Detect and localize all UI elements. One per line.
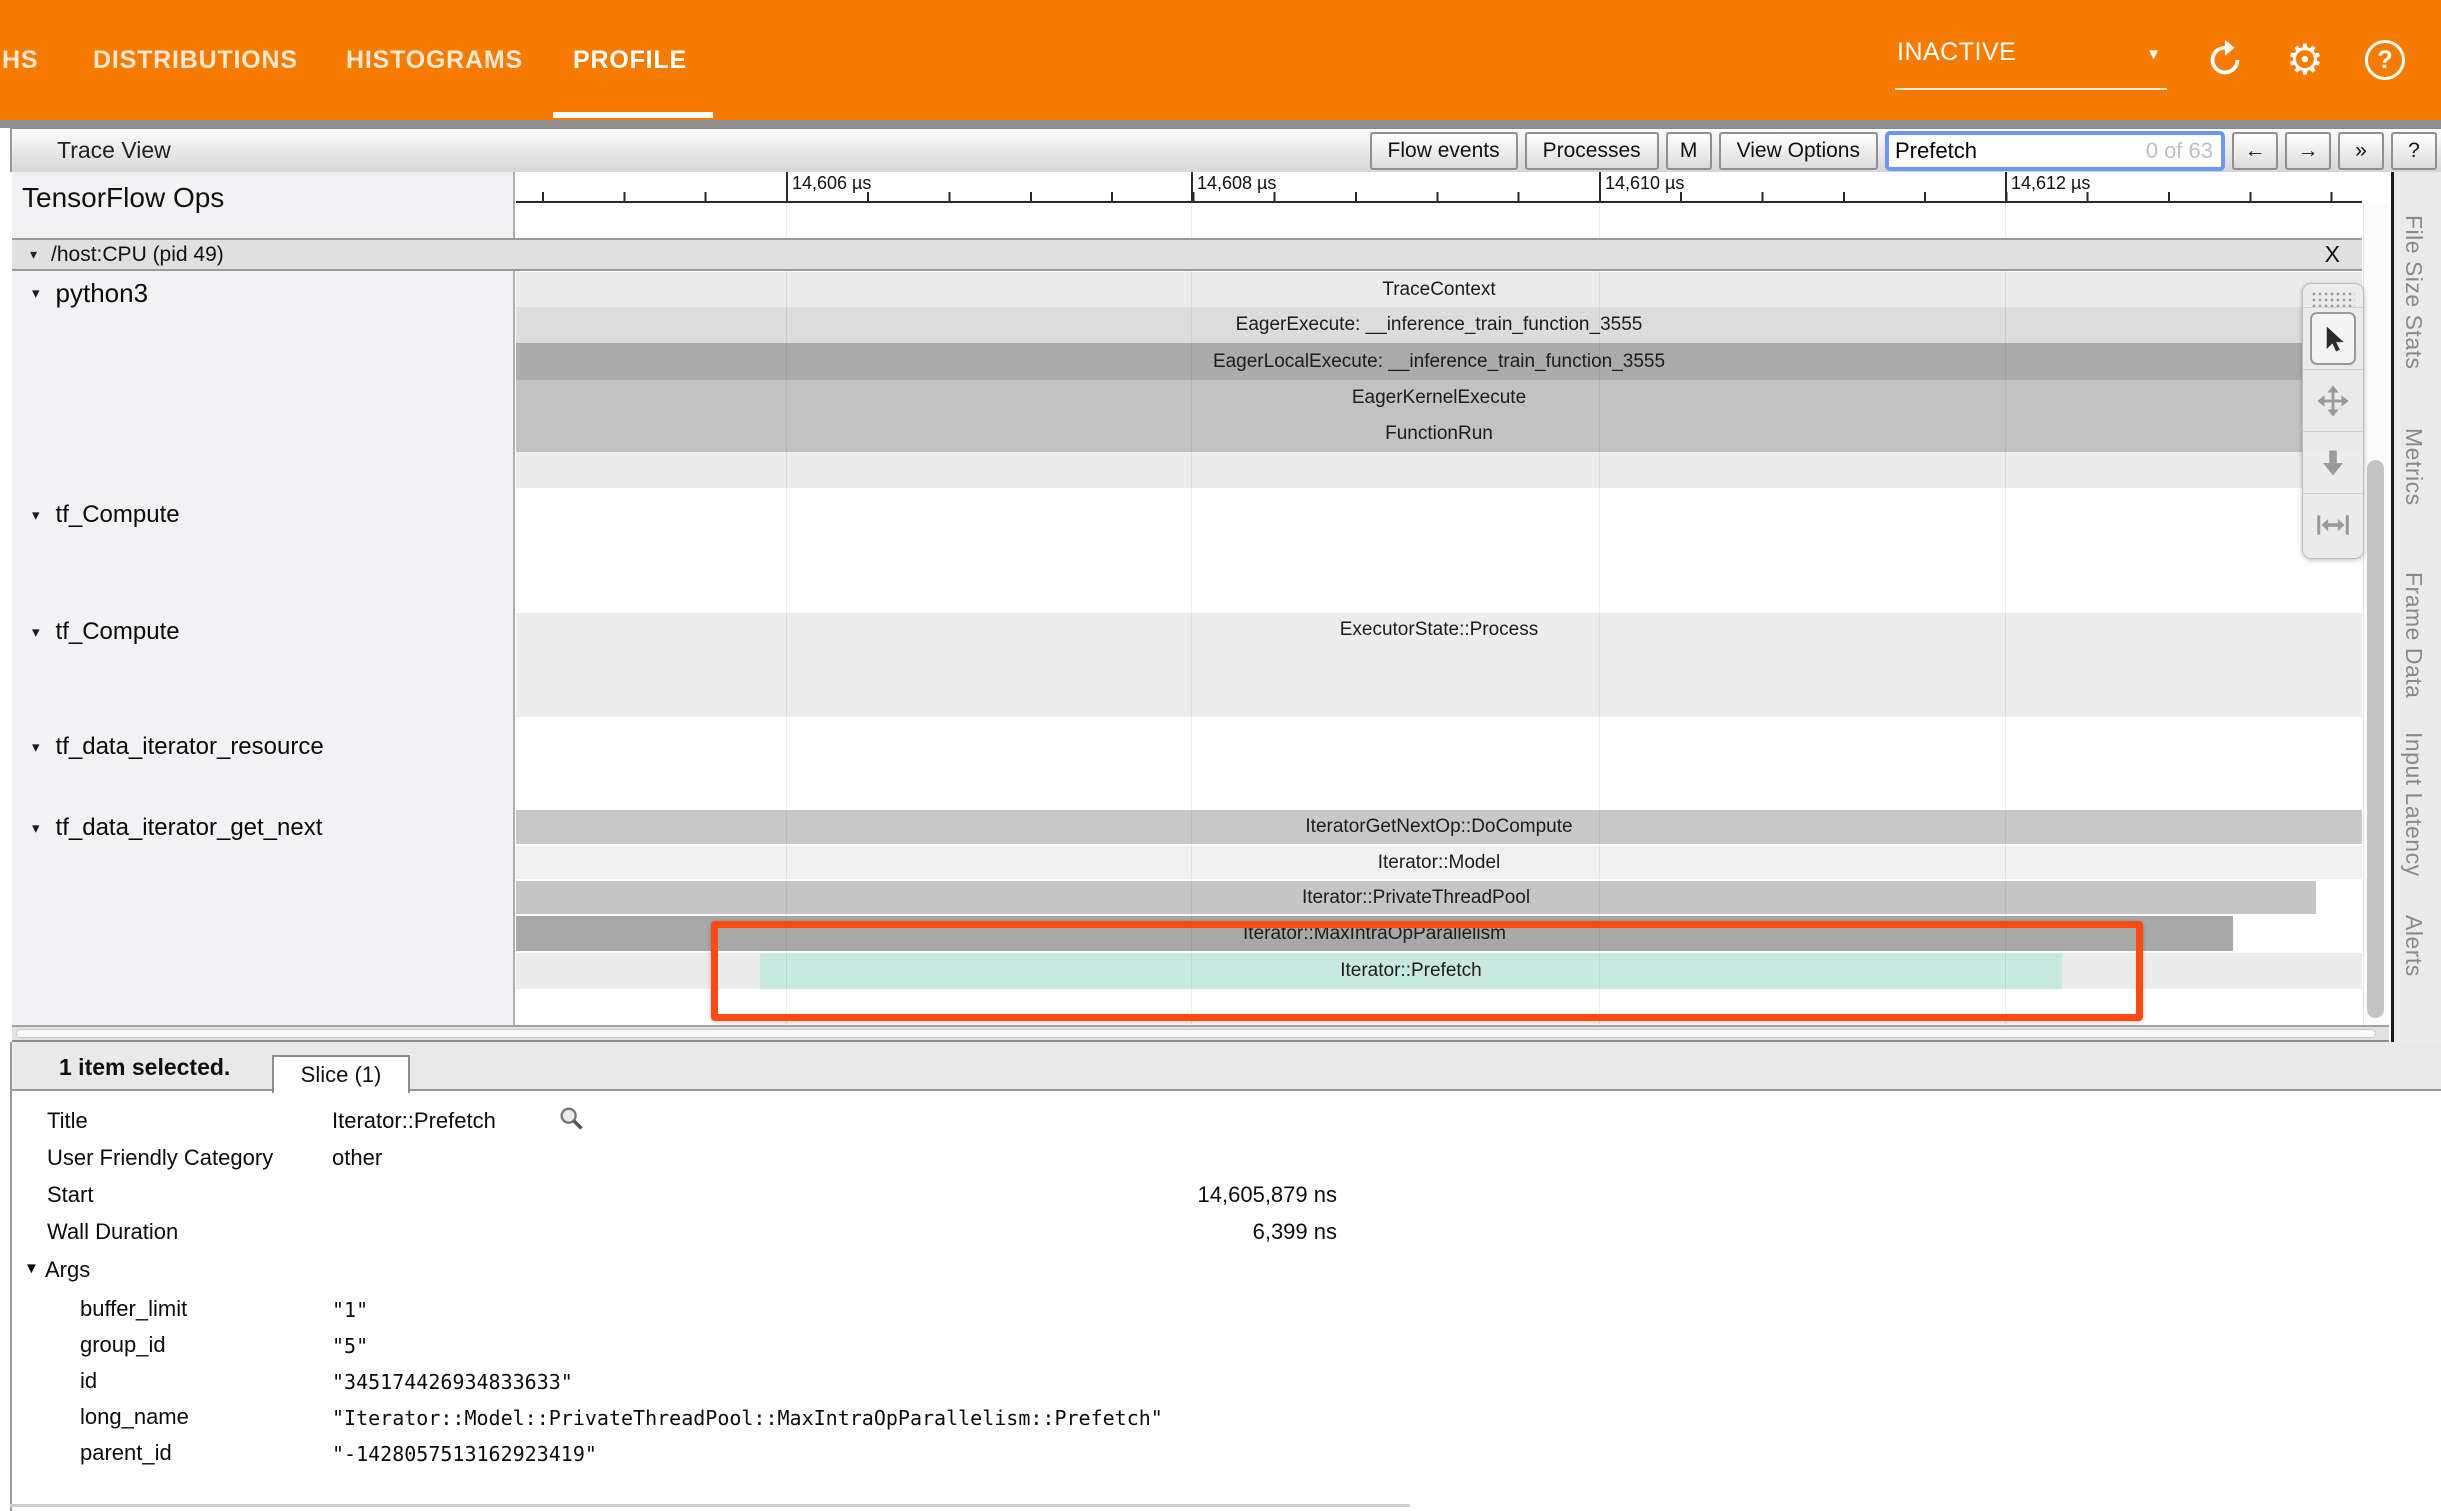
tab-distributions[interactable]: DISTRIBUTIONS xyxy=(93,0,298,120)
major-tick: 14,612 µs xyxy=(2005,172,2007,203)
active-tab-underline xyxy=(553,112,713,118)
view-options-button[interactable]: View Options xyxy=(1719,132,1878,170)
gear-icon: ⚙ xyxy=(2286,39,2324,81)
pan-tool-button[interactable] xyxy=(2303,369,2363,431)
cursor-arrow-icon xyxy=(2318,324,2348,354)
arg-row-long-name: long_name "Iterator::Model::PrivateThrea… xyxy=(12,1398,2441,1435)
vertical-scrollbar-thumb[interactable] xyxy=(2367,460,2384,1018)
profile-topbar: HS DISTRIBUTIONS HISTOGRAMS PROFILE INAC… xyxy=(0,0,2441,120)
run-selector-value: INACTIVE xyxy=(1897,38,2016,67)
settings-button[interactable]: ⚙ xyxy=(2283,38,2327,82)
find-prev-button[interactable]: ← xyxy=(2232,132,2278,170)
thread-row-tf-data-iterator-resource[interactable]: ▾ tf_data_iterator_resource xyxy=(12,727,512,767)
trace-bar-iterator-prefetch[interactable]: Iterator::Prefetch xyxy=(760,953,2062,989)
processes-button[interactable]: Processes xyxy=(1525,132,1659,170)
collapse-triangle-icon: ▾ xyxy=(32,819,40,837)
arg-row-group-id: group_id "5" xyxy=(12,1326,2441,1363)
major-tick: 14,606 µs xyxy=(786,172,788,203)
refresh-button[interactable] xyxy=(2203,38,2247,82)
trace-bar-tracecontext[interactable]: TraceContext xyxy=(516,272,2362,307)
detail-row-wall-duration: Wall Duration 6,399 ns xyxy=(12,1213,2441,1250)
vertical-arrow-icon xyxy=(2318,448,2348,478)
trace-tool-palette xyxy=(2302,283,2364,559)
close-process-button[interactable]: X xyxy=(2325,241,2340,268)
search-match-count: 0 of 63 xyxy=(2146,138,2213,164)
arg-row-id: id "345174426934833633" xyxy=(12,1362,2441,1399)
palette-drag-handle[interactable] xyxy=(2311,291,2355,307)
trace-bar-iteratorgetnextop[interactable]: IteratorGetNextOp::DoCompute xyxy=(516,810,2362,844)
trace-bar-iterator-maxintraopparallelism[interactable]: Iterator::MaxIntraOpParallelism xyxy=(516,916,2233,951)
arg-row-parent-id: parent_id "-1428057513162923419" xyxy=(12,1434,2441,1471)
collapse-triangle-icon: ▾ xyxy=(32,284,40,302)
side-tab-frame-data[interactable]: Frame Data xyxy=(2400,572,2427,698)
thread-row-tf-compute-1[interactable]: ▾ tf_Compute xyxy=(12,495,512,535)
side-tab-file-size-stats[interactable]: File Size Stats xyxy=(2400,215,2427,370)
detail-row-start: Start 14,605,879 ns xyxy=(12,1176,2441,1213)
thread-row-python3[interactable]: ▾ python3 xyxy=(12,273,512,313)
bottom-border xyxy=(10,1504,1410,1507)
gridline xyxy=(786,203,787,1025)
find-next-button[interactable]: → xyxy=(2285,132,2331,170)
pan-arrows-icon xyxy=(2316,384,2350,418)
horizontal-scrollbar-thumb[interactable] xyxy=(16,1029,2376,1038)
detail-row-category: User Friendly Category other xyxy=(12,1139,2441,1176)
zoom-tool-button[interactable] xyxy=(2303,431,2363,493)
major-tick: 14,610 µs xyxy=(1599,172,1601,203)
collapse-triangle-icon: ▾ xyxy=(32,506,40,524)
slice-tab[interactable]: Slice (1) xyxy=(272,1055,410,1093)
arg-row-buffer-limit: buffer_limit "1" xyxy=(12,1290,2441,1327)
details-header: 1 item selected. Slice (1) xyxy=(12,1042,2441,1091)
thread-row-tf-data-iterator-get-next[interactable]: ▾ tf_data_iterator_get_next xyxy=(12,808,512,848)
horizontal-span-icon xyxy=(2316,510,2350,540)
trace-bar-eagerkernelexecute[interactable]: EagerKernelExecute xyxy=(516,380,2362,416)
flow-events-button[interactable]: Flow events xyxy=(1370,132,1518,170)
tab-profile[interactable]: PROFILE xyxy=(573,0,687,120)
more-options-button[interactable]: » xyxy=(2338,132,2384,170)
trace-bar-empty-row[interactable] xyxy=(516,452,2362,488)
side-tab-metrics[interactable]: Metrics xyxy=(2400,428,2427,506)
side-tab-input-latency[interactable]: Input Latency xyxy=(2400,732,2427,877)
process-header-label: /host:CPU (pid 49) xyxy=(51,243,224,267)
collapse-triangle-icon: ▾ xyxy=(32,738,40,756)
help-button[interactable]: ? xyxy=(2363,38,2407,82)
search-title-button[interactable] xyxy=(557,1104,585,1137)
trace-bar-executorstate-process[interactable]: ExecutorState::Process xyxy=(516,613,2362,717)
trace-bar-eagerexecute[interactable]: EagerExecute: __inference_train_function… xyxy=(516,307,2362,343)
trace-bar-iterator-model[interactable]: Iterator::Model xyxy=(516,846,2362,879)
search-input[interactable] xyxy=(1895,138,2135,164)
expand-triangle-icon: ▼ xyxy=(24,1260,39,1277)
trace-view-title: Trace View xyxy=(57,137,171,164)
side-tab-alerts[interactable]: Alerts xyxy=(2400,915,2427,977)
args-toggle-row[interactable]: ▼ Args xyxy=(12,1251,2441,1288)
slice-details-panel: 1 item selected. Slice (1) Title Iterato… xyxy=(10,1042,2441,1511)
timing-tool-button[interactable] xyxy=(2303,493,2363,555)
tab-graphs-partial[interactable]: HS xyxy=(2,0,38,120)
trace-bar-functionrun[interactable]: FunctionRun xyxy=(516,416,2362,452)
trace-bar-eagerlocalexecute[interactable]: EagerLocalExecute: __inference_train_fun… xyxy=(516,343,2362,380)
help-icon: ? xyxy=(2365,40,2405,80)
tab-histograms[interactable]: HISTOGRAMS xyxy=(346,0,523,120)
trace-view-toolbar: Trace View Flow events Processes M View … xyxy=(10,128,2441,172)
process-header-host-cpu[interactable]: ▾ /host:CPU (pid 49) X xyxy=(12,238,2362,271)
run-selector-dropdown[interactable]: INACTIVE ▼ xyxy=(1895,30,2167,90)
chevron-down-icon: ▼ xyxy=(2146,46,2161,63)
collapse-triangle-icon: ▾ xyxy=(30,246,37,263)
magnifier-icon xyxy=(557,1104,585,1132)
collapse-triangle-icon: ▾ xyxy=(32,623,40,641)
major-tick: 14,608 µs xyxy=(1191,172,1193,203)
thread-row-tf-compute-2[interactable]: ▾ tf_Compute xyxy=(12,612,512,652)
gridline xyxy=(2005,203,2006,1025)
trace-search-input-wrap: 0 of 63 xyxy=(1885,131,2225,171)
refresh-icon xyxy=(2204,39,2246,81)
select-tool-button[interactable] xyxy=(2303,307,2363,369)
tensorflow-ops-title: TensorFlow Ops xyxy=(22,182,224,214)
gridline xyxy=(1599,203,1600,1025)
horizontal-scrollbar-track[interactable] xyxy=(12,1025,2389,1042)
selection-status: 1 item selected. xyxy=(59,1054,230,1081)
gridline xyxy=(1191,203,1192,1025)
detail-row-title: Title Iterator::Prefetch xyxy=(12,1102,2441,1139)
trace-help-button[interactable]: ? xyxy=(2391,132,2437,170)
m-button[interactable]: M xyxy=(1666,132,1712,170)
window-top-border xyxy=(0,120,2441,128)
